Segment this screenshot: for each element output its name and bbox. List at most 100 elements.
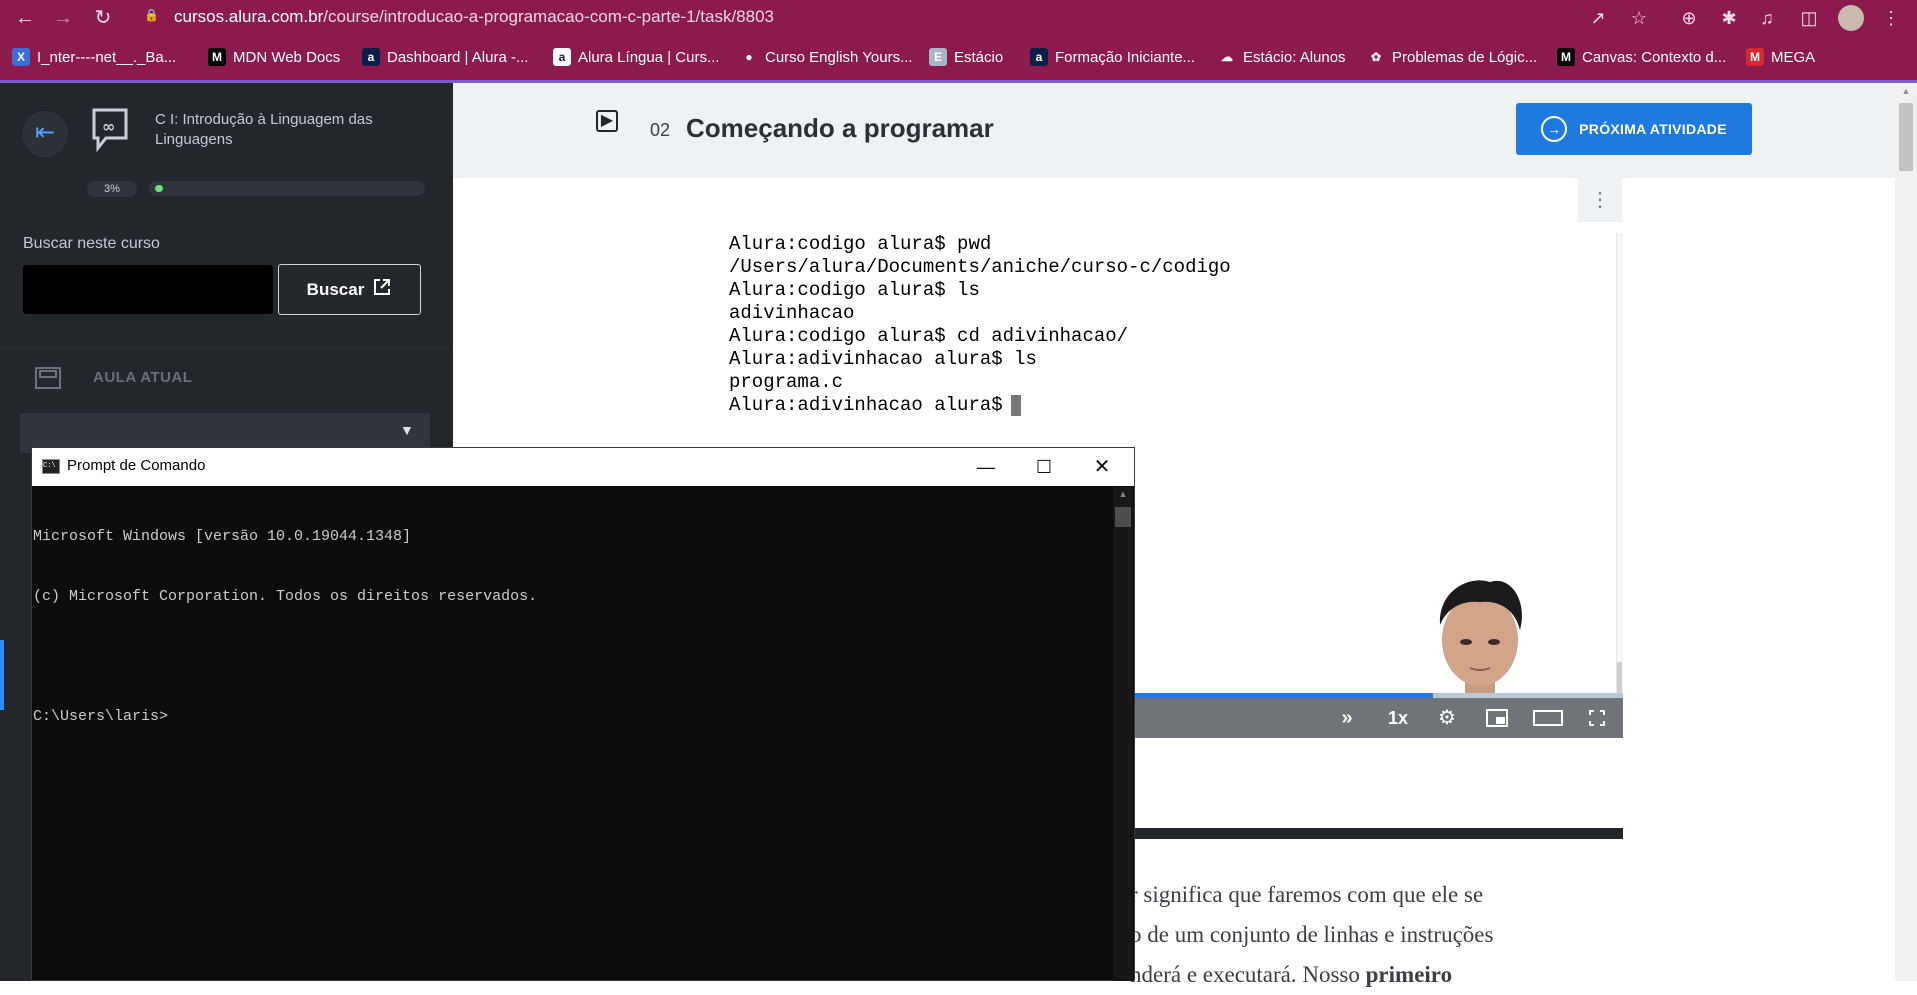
progress-bar xyxy=(149,181,425,196)
playback-speed-button[interactable]: 1x xyxy=(1381,704,1415,732)
bookmark-label: Dashboard | Alura -... xyxy=(387,48,529,66)
bookmark-item[interactable]: a Alura Língua | Curs... xyxy=(553,44,719,70)
svg-text:∞: ∞ xyxy=(102,117,115,136)
bookmark-item[interactable]: X I_nter----net__._Ba... xyxy=(12,44,176,70)
next-activity-label: PRÓXIMA ATIVIDADE xyxy=(1579,121,1727,137)
mdn-logo-icon: M xyxy=(208,48,226,66)
maximize-icon[interactable]: ☐ xyxy=(1015,448,1073,486)
media-queue-icon[interactable]: ♫ xyxy=(1754,4,1780,32)
alura-lingua-logo-icon: a xyxy=(553,48,571,66)
back-arrow-icon[interactable]: ← xyxy=(10,4,40,32)
article-line-plain: nderá e executará. Nosso xyxy=(1130,962,1366,987)
bookmark-item[interactable]: M MDN Web Docs xyxy=(208,44,340,70)
article-line: o de um conjunto de linhas e instruções xyxy=(1130,922,1494,947)
sidebar-divider xyxy=(0,348,453,349)
lesson-title: Começando a programar xyxy=(686,113,994,143)
url-text[interactable]: cursos.alura.com.br/course/introducao-a-… xyxy=(174,7,774,27)
course-search-input[interactable] xyxy=(23,265,273,314)
side-panel-icon[interactable]: ◫ xyxy=(1796,4,1822,32)
course-logo-icon: ∞ xyxy=(90,106,130,156)
page-scrollbar-thumb[interactable] xyxy=(1899,103,1913,171)
picture-in-picture-icon[interactable] xyxy=(1480,704,1514,735)
cmd-prompt: C:\Users\laris> xyxy=(33,708,169,725)
share-icon[interactable]: ↗ xyxy=(1585,4,1611,32)
back-to-course-button[interactable]: ⇤ xyxy=(22,111,68,157)
article-line-bold: primeiro xyxy=(1365,962,1453,987)
profile-avatar[interactable] xyxy=(1838,5,1864,31)
cmd-app-icon: C:\ xyxy=(42,459,60,474)
fullscreen-icon[interactable] xyxy=(1580,704,1614,734)
more-options-icon[interactable]: ⋮ xyxy=(1578,178,1622,222)
bookmark-item[interactable]: a Formação Iniciante... xyxy=(1030,44,1195,70)
video-play-icon: ▶ xyxy=(596,110,618,132)
mega-logo-icon: M xyxy=(1746,48,1764,66)
search-button[interactable]: Buscar xyxy=(278,264,421,315)
fast-forward-icon[interactable]: » xyxy=(1330,704,1364,732)
search-label: Buscar neste curso xyxy=(23,235,160,252)
progress-percent: 3% xyxy=(87,181,137,197)
bookmark-item[interactable]: a Dashboard | Alura -... xyxy=(362,44,528,70)
bookmark-label: Alura Língua | Curs... xyxy=(578,48,720,66)
bookmark-label: I_nter----net__._Ba... xyxy=(37,48,177,66)
bookmark-label: Estácio xyxy=(954,48,1004,66)
extension-plus-icon[interactable]: ⊕ xyxy=(1676,4,1702,32)
bookmark-label: Curso English Yours... xyxy=(765,48,913,66)
alura-logo-icon: a xyxy=(1030,48,1048,66)
bookmark-item[interactable]: ☁ Estácio: Alunos xyxy=(1218,44,1346,70)
scroll-up-arrow-icon[interactable]: ▲ xyxy=(1899,86,1913,98)
alura-logo-icon: a xyxy=(362,48,380,66)
brain-icon: ✿ xyxy=(1367,48,1385,66)
progress-fill xyxy=(155,185,163,192)
cmd-line: Microsoft Windows [versão 10.0.19044.134… xyxy=(33,528,412,545)
terminal-line: Alura:codigo alura$ ls xyxy=(729,279,980,301)
article-line: r significa que faremos com que ele se xyxy=(1130,882,1484,907)
cmd-output[interactable]: Microsoft Windows [versão 10.0.19044.134… xyxy=(33,487,537,747)
bookmark-label: Estácio: Alunos xyxy=(1243,48,1346,66)
theater-mode-icon[interactable] xyxy=(1528,704,1568,735)
external-link-icon xyxy=(372,277,392,302)
gear-icon[interactable]: ⚙ xyxy=(1430,704,1464,732)
terminal-cursor xyxy=(1011,395,1021,416)
bookmark-item[interactable]: ● Curso English Yours... xyxy=(740,44,913,70)
bookmark-item[interactable]: M Canvas: Contexto d... xyxy=(1557,44,1726,70)
x-logo-icon: X xyxy=(12,48,30,66)
estacio-logo-icon: E xyxy=(929,48,947,66)
bookmark-item[interactable]: ✿ Problemas de Lógic... xyxy=(1367,44,1537,70)
bookmark-label: MDN Web Docs xyxy=(233,48,341,66)
close-icon[interactable]: ✕ xyxy=(1073,448,1131,486)
page-scrollbar[interactable] xyxy=(1895,83,1917,981)
terminal-line: Alura:adivinhacao alura$ xyxy=(729,394,1015,416)
next-activity-button[interactable]: → PRÓXIMA ATIVIDADE xyxy=(1516,103,1752,155)
star-icon[interactable]: ☆ xyxy=(1626,4,1652,32)
terminal-line: programa.c xyxy=(729,371,844,393)
bookmark-item[interactable]: M MEGA xyxy=(1746,44,1815,70)
lesson-number: 02 xyxy=(650,120,671,140)
url-host: cursos.alura.com.br xyxy=(174,7,324,26)
minimize-icon[interactable]: — xyxy=(957,448,1015,486)
cmd-scrollbar[interactable] xyxy=(1113,487,1133,981)
bookmark-label: Canvas: Contexto d... xyxy=(1582,48,1727,66)
reload-icon[interactable]: ↻ xyxy=(88,4,118,32)
current-lesson-label: AULA ATUAL xyxy=(93,369,193,386)
section-divider xyxy=(1119,828,1623,839)
bookmark-item[interactable]: E Estácio xyxy=(929,44,1003,70)
url-path: /course/introducao-a-programacao-com-c-p… xyxy=(323,7,774,26)
forward-arrow-icon[interactable]: → xyxy=(48,4,78,32)
terminal-line: adivinhacao xyxy=(729,302,855,324)
lock-icon[interactable]: 🔒 xyxy=(144,8,159,22)
globe-icon: ● xyxy=(740,48,758,66)
cmd-scrollbar-thumb[interactable] xyxy=(1115,507,1131,527)
terminal-line: /Users/alura/Documents/aniche/curso-c/co… xyxy=(729,256,1231,278)
cloud-icon: ☁ xyxy=(1218,48,1236,66)
chevron-down-icon[interactable]: ▼ xyxy=(400,422,414,438)
bookmark-label: MEGA xyxy=(1771,48,1816,66)
puzzle-icon[interactable]: ✱ xyxy=(1716,4,1742,32)
cmd-line: (c) Microsoft Corporation. Todos os dire… xyxy=(33,588,538,605)
active-item-accent xyxy=(0,640,4,710)
menu-kebab-icon[interactable]: ⋮ xyxy=(1878,4,1904,32)
terminal-line: Alura:codigo alura$ pwd xyxy=(729,233,992,255)
cmd-scroll-up-arrow-icon[interactable]: ▲ xyxy=(1115,489,1131,503)
cmd-line xyxy=(33,647,537,667)
course-title[interactable]: C I: Introdução à Linguagem das Linguage… xyxy=(155,110,415,150)
mdn-logo-icon: M xyxy=(1557,48,1575,66)
